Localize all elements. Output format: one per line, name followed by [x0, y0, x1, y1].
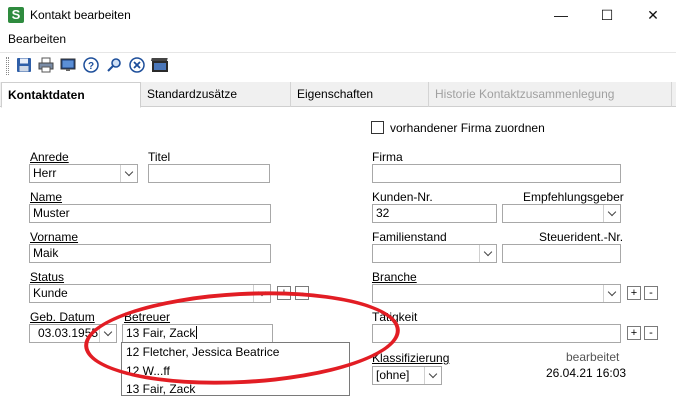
branche-select[interactable] — [372, 284, 621, 303]
toolbar-grip[interactable] — [6, 57, 9, 75]
steuerident-input[interactable] — [502, 244, 621, 263]
klassifizierung-value: [ohne] — [376, 368, 410, 382]
window-title: Kontakt bearbeiten — [30, 8, 131, 22]
bearbeitet-value: 26.04.21 16:03 — [546, 366, 627, 380]
firma-zuordnen-checkbox[interactable] — [371, 121, 384, 134]
tab-historie-kontaktzusammenlegung: Historie Kontaktzusammenlegung — [429, 82, 672, 107]
vorname-input[interactable]: Maik — [29, 244, 271, 263]
vorname-label: Vorname — [30, 230, 79, 244]
search-icon[interactable] — [105, 56, 123, 74]
chevron-down-icon[interactable] — [479, 245, 496, 262]
chevron-down-icon[interactable] — [603, 285, 620, 302]
anrede-label: Anrede — [30, 150, 69, 164]
menu-bearbeiten[interactable]: Bearbeiten — [8, 32, 66, 46]
taetigkeit-input[interactable] — [372, 324, 621, 343]
tab-standardzusaetze[interactable]: Standardzusätze — [141, 82, 291, 107]
kunden-nr-label: Kunden-Nr. — [372, 190, 433, 204]
status-label: Status — [30, 270, 65, 284]
familienstand-select[interactable] — [372, 244, 497, 263]
taetigkeit-remove-button[interactable]: - — [644, 326, 658, 340]
name-label: Name — [30, 190, 63, 204]
print-icon[interactable] — [37, 56, 55, 74]
branche-label: Branche — [372, 270, 417, 284]
familienstand-label: Familienstand — [372, 230, 447, 244]
tab-kontaktdaten[interactable]: Kontaktdaten — [1, 82, 141, 108]
anrede-select[interactable]: Herr — [29, 164, 138, 183]
branche-add-button[interactable]: + — [627, 286, 641, 300]
titel-label: Titel — [148, 150, 171, 164]
name-input[interactable]: Muster — [29, 204, 271, 223]
firma-label: Firma — [372, 150, 403, 164]
status-value: Kunde — [33, 286, 68, 300]
klassifizierung-select[interactable]: [ohne] — [372, 366, 442, 385]
menu-bar — [0, 30, 676, 48]
maximize-button[interactable]: ☐ — [584, 0, 630, 30]
monitor-icon[interactable] — [59, 56, 77, 74]
chevron-down-icon[interactable] — [120, 165, 137, 182]
steuerident-label: Steuerident.-Nr. — [539, 230, 624, 244]
help-icon[interactable]: ? — [82, 56, 100, 74]
film-icon[interactable] — [151, 56, 169, 74]
firma-input[interactable] — [372, 164, 621, 183]
klassifizierung-label: Klassifizierung — [372, 351, 450, 365]
geb-datum-label: Geb. Datum — [30, 310, 95, 324]
app-logo-icon: S — [8, 7, 24, 23]
empfehlungsgeber-select[interactable] — [502, 204, 621, 223]
empfehlungsgeber-label: Empfehlungsgeber — [523, 190, 624, 204]
close-button[interactable]: ✕ — [630, 0, 676, 30]
toolbar — [0, 52, 676, 80]
minimize-button[interactable]: — — [538, 0, 584, 30]
chevron-down-icon[interactable] — [424, 367, 441, 384]
firma-zuordnen-label: vorhandener Firma zuordnen — [390, 121, 545, 135]
bearbeitet-label: bearbeitet — [566, 350, 620, 364]
svg-text:?: ? — [88, 61, 94, 72]
save-icon[interactable] — [15, 56, 33, 74]
tab-eigenschaften[interactable]: Eigenschaften — [291, 82, 429, 107]
taetigkeit-add-button[interactable]: + — [627, 326, 641, 340]
anrede-value: Herr — [33, 166, 57, 180]
list-item[interactable]: 13 Fair, Zack — [126, 382, 195, 396]
branche-remove-button[interactable]: - — [644, 286, 658, 300]
chevron-down-icon[interactable] — [603, 205, 620, 222]
cancel-icon[interactable] — [128, 56, 146, 74]
kunden-nr-input[interactable]: 32 — [372, 204, 497, 223]
titel-input[interactable] — [148, 164, 270, 183]
